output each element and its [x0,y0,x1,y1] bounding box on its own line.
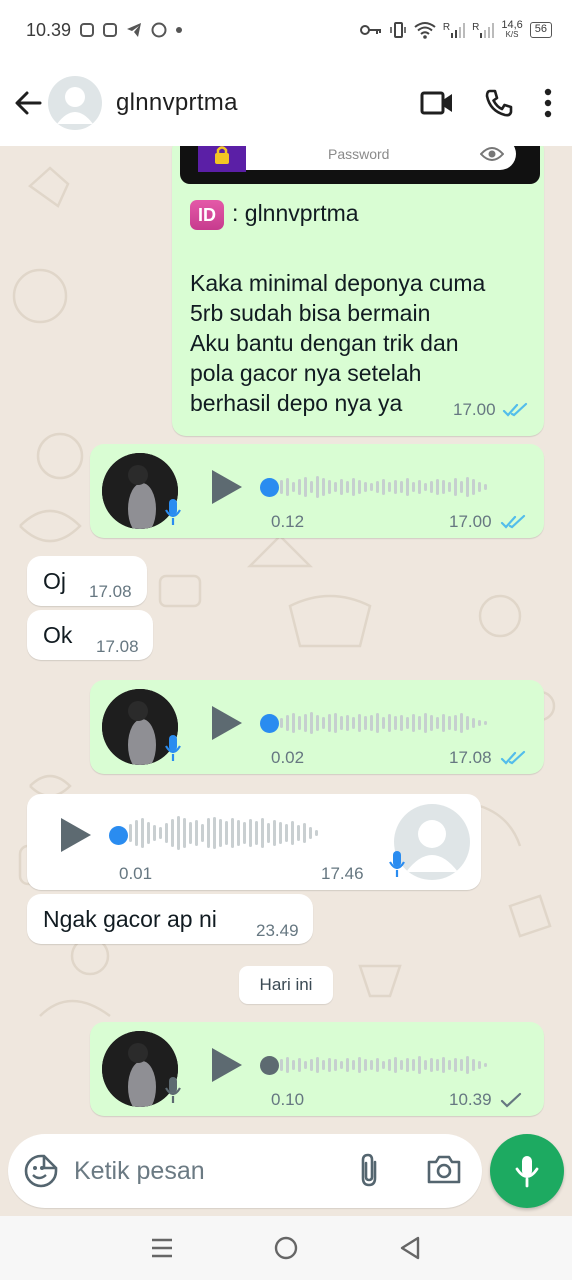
message-bubble-incoming[interactable]: Ok 17.08 [27,610,153,660]
microphone-icon [515,1156,539,1188]
signal-2: R [472,22,495,38]
date-separator: Hari ini [239,966,333,1004]
mic-icon [165,1077,181,1103]
chat-area[interactable]: Password ID : glnnvprtma Kaka minimal dep… [0,146,572,1132]
message-time: 17.00 [449,512,492,531]
app-notification-icon [103,23,118,37]
signal-bars-icon [451,23,466,38]
more-notifications-dot [176,27,183,33]
home-icon[interactable] [273,1235,299,1261]
signal-bars-icon [480,23,495,38]
play-button[interactable] [212,1048,242,1082]
message-time: 17.08 [89,582,132,601]
voice-waveform[interactable] [129,816,318,850]
message-text: Kaka minimal deponya cuma 5rb sudah bisa… [190,270,486,416]
voice-message-outgoing[interactable]: 0.12 17.00 [90,444,544,538]
recent-apps-icon[interactable] [150,1237,174,1259]
lock-icon [198,146,246,172]
contact-avatar[interactable] [48,76,102,130]
message-bubble-incoming[interactable]: Oj 17.08 [27,556,147,606]
message-bubble-incoming[interactable]: Ngak gacor ap ni 23.49 [27,894,313,944]
telegram-icon [127,23,142,37]
video-call-icon[interactable] [420,90,454,116]
status-time: 10.39 [26,19,72,40]
voice-duration: 0.10 [271,1090,305,1109]
id-line: ID : glnnvprtma [190,198,359,230]
net-speed: 14,6 K/S [501,19,523,40]
id-badge: ID [190,199,224,230]
voice-waveform[interactable] [280,1048,487,1082]
play-button[interactable] [61,818,91,852]
id-line-text: : glnnvprtma [232,200,359,226]
voice-message-outgoing[interactable]: 0.02 17.08 [90,680,544,774]
back-nav-icon[interactable] [398,1235,422,1261]
play-button[interactable] [212,470,242,504]
battery-indicator: 56 [529,22,552,38]
voice-duration: 0.12 [271,512,305,531]
message-composer: Ketik pesan [8,1134,482,1208]
voice-message-outgoing[interactable]: 0.10 10.39 [90,1022,544,1116]
back-button[interactable] [2,77,54,129]
sent-tick-icon [500,1092,522,1108]
status-bar: 10.39 R R 14,6 K/S 56 [0,0,572,60]
record-voice-button[interactable] [490,1134,564,1208]
image-preview[interactable]: Password [180,146,540,184]
mic-icon [165,735,181,761]
attach-icon[interactable] [356,1152,382,1188]
message-time: 10.39 [449,1090,492,1109]
mic-icon [165,499,181,525]
camera-icon[interactable] [426,1152,462,1186]
message-input[interactable]: Ketik pesan [74,1157,205,1186]
password-placeholder: Password [328,146,390,162]
voice-waveform[interactable] [280,706,487,740]
voice-duration: 0.02 [271,748,305,767]
read-ticks-icon [500,514,526,529]
system-navigation-bar [0,1216,572,1280]
playback-position-dot[interactable] [260,1056,279,1075]
message-bubble-outgoing[interactable]: Password ID : glnnvprtma Kaka minimal dep… [172,146,544,436]
playback-position-dot[interactable] [260,478,279,497]
wifi-icon [414,22,436,39]
key-icon [359,25,381,35]
playback-position-dot[interactable] [109,826,128,845]
message-time: 17.08 [96,637,139,656]
contact-name[interactable]: glnnvprtma [116,89,238,117]
message-text: Ok [43,622,73,648]
vibrate-icon [390,22,406,38]
message-text: Ngak gacor ap ni [43,906,217,932]
whatsapp-icon [151,22,167,38]
voice-duration: 0.01 [119,864,153,883]
more-options-icon[interactable] [544,88,552,118]
eye-icon [480,147,504,161]
voice-waveform[interactable] [280,470,487,504]
default-avatar-icon [57,87,93,124]
playback-position-dot[interactable] [260,714,279,733]
read-ticks-icon [502,402,528,417]
message-text: Oj [43,568,66,594]
message-time: 17.46 [321,864,364,883]
voice-call-icon[interactable] [484,88,514,118]
message-time: 17.08 [449,748,492,767]
instagram-icon [80,23,95,37]
voice-message-incoming[interactable]: 0.01 17.46 [27,794,481,890]
chat-header: glnnvprtma [0,60,572,146]
arrow-left-icon [15,91,42,115]
signal-1: R [443,22,466,38]
mic-icon [389,851,405,877]
message-time: 23.49 [256,921,299,940]
play-button[interactable] [212,706,242,740]
sticker-emoji-icon[interactable] [24,1154,58,1188]
message-time: 17.00 [453,400,496,419]
read-ticks-icon [500,750,526,765]
password-field: Password [246,146,516,170]
